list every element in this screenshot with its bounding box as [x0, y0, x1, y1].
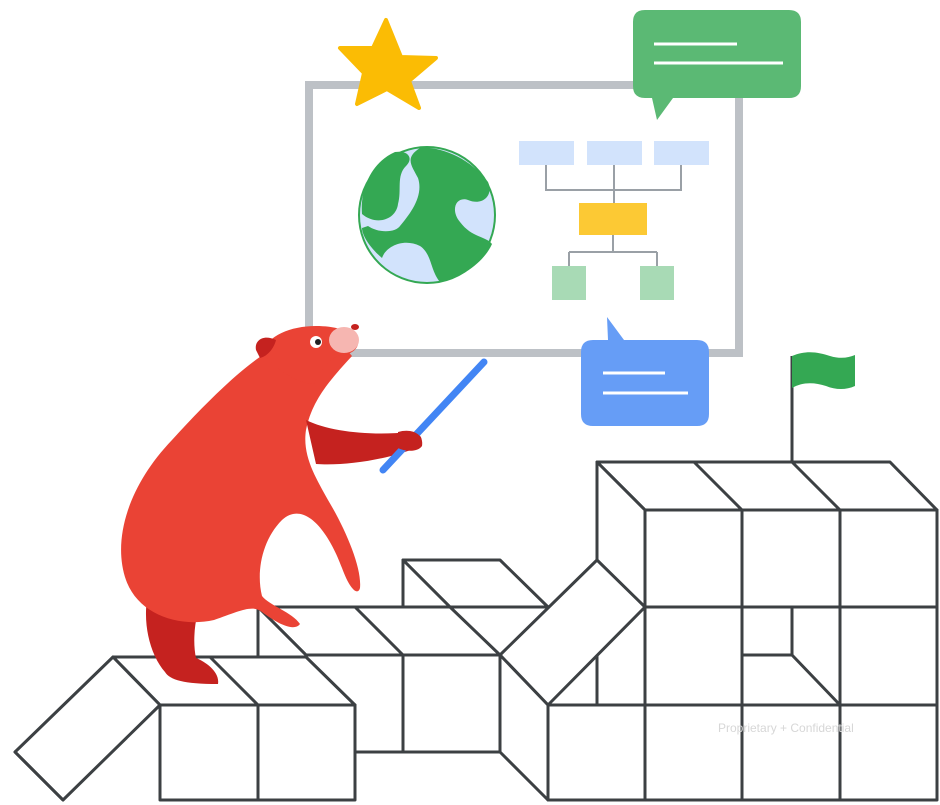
flag-icon: [790, 352, 855, 462]
pointer-stick: [379, 358, 488, 474]
watermark-text: Proprietary + Confidential: [718, 721, 854, 735]
globe-icon: [358, 146, 496, 284]
illustration-scene: [13, 10, 939, 802]
